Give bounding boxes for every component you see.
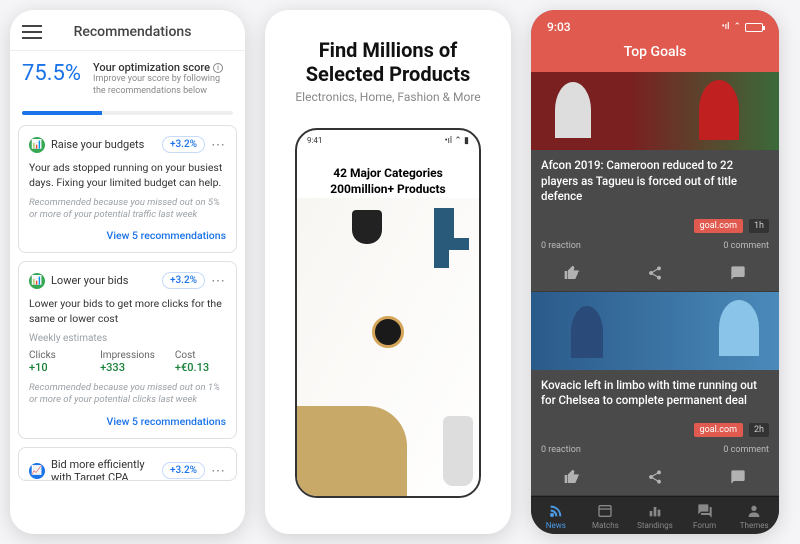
tab-standings[interactable]: Standings [630,503,680,530]
more-icon[interactable]: ⋯ [211,463,226,479]
chart-icon: 📊 [29,137,45,153]
top-goals-screen: 9:03 •ıl⌃ Top Goals Afcon 2019: Cameroon… [531,10,779,534]
page-title: Top Goals [531,38,779,72]
uplift-badge: +3.2% [162,462,205,479]
status-time: 9:03 [547,20,571,34]
header-bar: Recommendations [10,10,245,51]
tab-matchs[interactable]: Matchs [581,503,631,530]
signal-icon: •ıl [722,22,730,32]
article-card[interactable]: Kovacic left in limbo with time running … [531,292,779,496]
uplift-badge: +3.2% [162,272,205,289]
view-recommendations-link[interactable]: View 5 recommendations [29,415,226,428]
source-badge: goal.com [694,423,743,437]
like-icon[interactable] [564,265,580,281]
card-reason: Recommended because you missed out on 5%… [29,197,226,222]
time-badge: 2h [749,423,769,437]
estimates-label: Weekly estimates [29,333,226,344]
promo-subheadline: Electronics, Home, Fashion & More [295,90,480,104]
chart-icon: 📊 [29,273,45,289]
article-image [531,72,779,150]
comment-icon[interactable] [730,469,746,485]
article-card[interactable]: Afcon 2019: Cameroon reduced to 22 playe… [531,72,779,292]
card-description: Lower your bids to get more clicks for t… [29,297,226,326]
more-icon[interactable]: ⋯ [211,137,226,153]
card-description: Your ads stopped running on your busiest… [29,161,226,190]
product-collage [297,198,479,496]
recommendation-card-target-cpa[interactable]: 📈 Bid more efficiently with Target CPA +… [18,447,237,481]
recommendation-card-budgets[interactable]: 📊 Raise your budgets +3.2% ⋯ Your ads st… [18,125,237,253]
tab-news[interactable]: News [531,503,581,530]
card-title: Lower your bids [51,274,156,287]
score-progress-bar [22,111,233,115]
tab-forum[interactable]: Forum [680,503,730,530]
like-icon[interactable] [564,469,580,485]
estimates-row: Clicks+10 Impressions+333 Cost+€0.13 [29,350,226,374]
share-icon[interactable] [647,265,663,281]
page-title: Recommendations [32,24,233,40]
view-recommendations-link[interactable]: View 5 recommendations [29,229,226,242]
recommendations-screen: Recommendations 75.5% Your optimization … [10,10,245,534]
news-feed[interactable]: Afcon 2019: Cameroon reduced to 22 playe… [531,72,779,496]
uplift-badge: +3.2% [162,136,205,153]
reaction-count: 0 reaction [541,241,655,251]
card-title: Raise your budgets [51,138,156,151]
recommendation-card-bids[interactable]: 📊 Lower your bids +3.2% ⋯ Lower your bid… [18,261,237,438]
comment-icon[interactable] [730,265,746,281]
inner-heading-2: 200million+ Products [307,182,469,196]
wifi-icon: ⌃ [733,22,741,32]
share-icon[interactable] [647,469,663,485]
promo-headline: Find Millions of Selected Products [283,38,493,86]
info-icon[interactable]: i [213,63,223,73]
products-promo-screen: Find Millions of Selected Products Elect… [265,10,511,534]
signal-icon: •ıl ⌃ ▮ [445,136,469,146]
inner-status-bar: 9:41•ıl ⌃ ▮ [297,130,479,148]
drill-image [419,208,469,268]
battery-icon [745,23,763,32]
pot-image [352,210,382,244]
comment-count: 0 comment [655,445,769,455]
article-headline: Afcon 2019: Cameroon reduced to 22 playe… [531,150,779,213]
article-image [531,292,779,370]
article-headline: Kovacic left in limbo with time running … [531,370,779,417]
tab-bar: News Matchs Standings Forum Themes [531,496,779,534]
score-percent: 75.5% [22,61,81,86]
tab-themes[interactable]: Themes [729,503,779,530]
blender-image [443,416,473,486]
trend-icon: 📈 [29,463,45,479]
source-badge: goal.com [694,219,743,233]
more-icon[interactable]: ⋯ [211,273,226,289]
reaction-count: 0 reaction [541,445,655,455]
status-bar: 9:03 •ıl⌃ [531,10,779,38]
score-progress-fill [22,111,102,115]
card-reason: Recommended because you missed out on 1%… [29,382,226,407]
score-title: Your optimization scorei [93,61,233,74]
time-badge: 1h [749,219,769,233]
inner-heading-1: 42 Major Categories [307,166,469,180]
sofa-image [297,406,407,496]
card-title: Bid more efficiently with Target CPA [51,458,156,481]
inner-phone-mockup: 9:41•ıl ⌃ ▮ 42 Major Categories 200milli… [295,128,481,498]
comment-count: 0 comment [655,241,769,251]
score-subtitle: Improve your score by following the reco… [93,74,233,97]
watch-image [372,316,404,348]
optimization-score-row: 75.5% Your optimization scorei Improve y… [10,51,245,107]
